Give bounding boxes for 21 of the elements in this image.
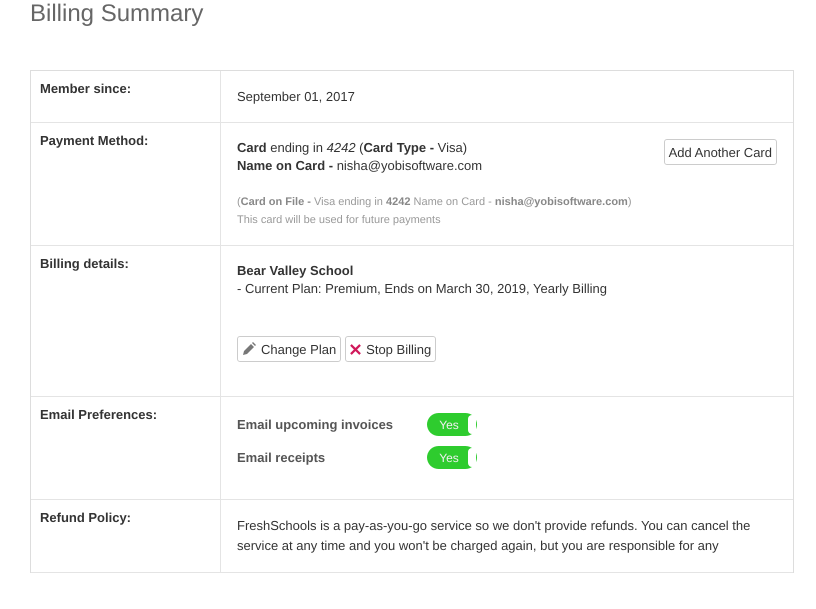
- card-info: Card ending in 4242 (Card Type - Visa): [237, 139, 468, 157]
- card-name: Name on Card - nisha@yobisoftware.com: [237, 157, 482, 175]
- field-label: Member since:: [40, 81, 132, 96]
- pencil-icon: [242, 342, 256, 356]
- change-plan-button[interactable]: Change Plan: [237, 336, 342, 362]
- field-label: Refund Policy:: [40, 510, 132, 525]
- close-icon: [350, 344, 362, 354]
- card-note: This card will be used for future payments: [237, 213, 442, 228]
- preference-label: Email receipts: [237, 450, 326, 465]
- field-label: Email Preferences:: [40, 407, 158, 422]
- field-value: September 01, 2017: [237, 88, 356, 106]
- field-value: FreshSchools is a pay-as-you-go service so we don't provide refunds. You can cancel the service at any time and you won't be charged again, but you are responsible for any: [237, 517, 752, 555]
- stop-billing-button[interactable]: Stop Billing: [345, 336, 436, 362]
- page-title: Billing Summary: [30, 0, 204, 29]
- field-label: Payment Method:: [40, 133, 148, 148]
- school-name: Bear Valley School: [237, 262, 354, 280]
- preference-label: Email upcoming invoices: [237, 417, 394, 432]
- plan-details: - Current Plan: Premium, Ends on March 30, 2019, Yearly Billing: [237, 280, 608, 298]
- field-label: Billing details:: [40, 256, 129, 271]
- add-card-button[interactable]: Add Another Card: [664, 139, 777, 165]
- card-on-file: (Card on File - Visa ending in 4242 Name on Card - nisha@yobisoftware.com): [237, 195, 632, 210]
